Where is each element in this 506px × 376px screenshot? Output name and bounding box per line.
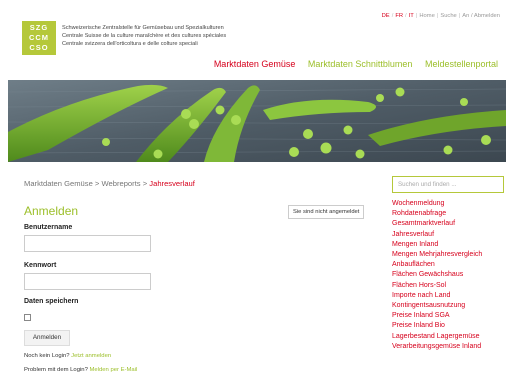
login-problem-text: Problem mit dem Login? Melden per E-Mail bbox=[24, 367, 137, 373]
logo-line-3: CSO bbox=[29, 43, 49, 52]
breadcrumb-webreports[interactable]: Webreports bbox=[101, 179, 140, 188]
login-button[interactable]: Anmelden bbox=[24, 330, 70, 346]
search-link[interactable]: Suche bbox=[440, 13, 456, 19]
no-login-prompt: Noch kein Login? bbox=[24, 353, 70, 359]
password-input[interactable] bbox=[24, 273, 151, 290]
remember-checkbox[interactable] bbox=[24, 314, 31, 321]
logo-line-2: CCM bbox=[28, 33, 50, 42]
header: SZG CCM CSO Schweizerische Zentralstelle… bbox=[0, 0, 506, 80]
password-label: Kennwort bbox=[24, 262, 57, 269]
main-navigation: Marktdaten Gemüse Marktdaten Schnittblum… bbox=[204, 59, 498, 69]
szg-logo[interactable]: SZG CCM CSO bbox=[22, 21, 56, 55]
search-input[interactable]: Suchen und finden ... bbox=[392, 176, 504, 193]
org-name-fr: Centrale Suisse de la culture maraîchère… bbox=[62, 33, 227, 39]
breadcrumb: Marktdaten Gemüse > Webreports > Jahresv… bbox=[24, 179, 195, 188]
login-heading: Anmelden bbox=[24, 204, 79, 218]
no-login-text: Noch kein Login? Jetzt anmelden bbox=[24, 353, 111, 359]
link-flaechen-hors-sol[interactable]: Flächen Hors-Sol bbox=[392, 281, 482, 291]
link-kontingentsausnutzung[interactable]: Kontingentsausnutzung bbox=[392, 301, 482, 311]
report-email-link[interactable]: Melden per E-Mail bbox=[90, 367, 138, 373]
link-importe-nach-land[interactable]: Importe nach Land bbox=[392, 291, 482, 301]
lang-fr-link[interactable]: FR bbox=[395, 13, 403, 19]
peas-banner-illustration bbox=[8, 80, 506, 162]
top-navigation: DE / FR / IT | Home | Suche | An / Abmelden bbox=[381, 13, 500, 19]
link-wochenmeldung[interactable]: Wochenmeldung bbox=[392, 199, 482, 209]
breadcrumb-separator: > bbox=[142, 179, 148, 188]
lang-it-link[interactable]: IT bbox=[409, 13, 414, 19]
username-input[interactable] bbox=[24, 235, 151, 252]
breadcrumb-separator: > bbox=[94, 179, 100, 188]
nav-marktdaten-gemuese[interactable]: Marktdaten Gemüse bbox=[214, 59, 296, 69]
link-preise-inland-sga[interactable]: Preise Inland SGA bbox=[392, 311, 482, 321]
login-status-badge: Sie sind nicht angemeldet bbox=[288, 205, 365, 219]
link-mengen-mehrjahresvergleich[interactable]: Mengen Mehrjahresvergleich bbox=[392, 250, 482, 260]
register-link[interactable]: Jetzt anmelden bbox=[71, 353, 111, 359]
link-gesamtmarktverlauf[interactable]: Gesamtmarktverlauf bbox=[392, 219, 482, 229]
link-preise-inland-bio[interactable]: Preise Inland Bio bbox=[392, 321, 482, 331]
org-name-de: Schweizerische Zentralstelle für Gemüseb… bbox=[62, 25, 224, 31]
nav-meldestellenportal[interactable]: Meldestellenportal bbox=[425, 59, 498, 69]
link-lagerbestand-lagergemuese[interactable]: Lagerbestand Lagergemüse bbox=[392, 332, 482, 342]
username-label: Benutzername bbox=[24, 224, 73, 231]
login-problem-prompt: Problem mit dem Login? bbox=[24, 367, 88, 373]
link-verarbeitungsgemuese-inland[interactable]: Verarbeitungsgemüse Inland bbox=[392, 342, 482, 352]
nav-marktdaten-schnittblumen[interactable]: Marktdaten Schnittblumen bbox=[308, 59, 413, 69]
link-flaechen-gewaechshaus[interactable]: Flächen Gewächshaus bbox=[392, 270, 482, 280]
logo-line-1: SZG bbox=[29, 23, 49, 32]
link-jahresverlauf[interactable]: Jahresverlauf bbox=[392, 230, 482, 240]
home-link[interactable]: Home bbox=[419, 13, 434, 19]
link-anbauflaechen[interactable]: Anbauflächen bbox=[392, 260, 482, 270]
organisation-names: Schweizerische Zentralstelle für Gemüseb… bbox=[62, 24, 226, 48]
banner-image bbox=[8, 80, 506, 162]
webreports-list: Wochenmeldung Rohdatenabfrage Gesamtmark… bbox=[392, 199, 482, 352]
link-mengen-inland[interactable]: Mengen Inland bbox=[392, 240, 482, 250]
lang-de-link[interactable]: DE bbox=[382, 13, 390, 19]
breadcrumb-marktdaten-gemuese[interactable]: Marktdaten Gemüse bbox=[24, 179, 93, 188]
link-rohdatenabfrage[interactable]: Rohdatenabfrage bbox=[392, 209, 482, 219]
remember-label: Daten speichern bbox=[24, 298, 79, 305]
login-logout-link[interactable]: An / Abmelden bbox=[462, 13, 500, 19]
org-name-it: Centrale svizzera dell'orticoltura e del… bbox=[62, 41, 198, 47]
breadcrumb-current-page: Jahresverlauf bbox=[149, 179, 195, 188]
